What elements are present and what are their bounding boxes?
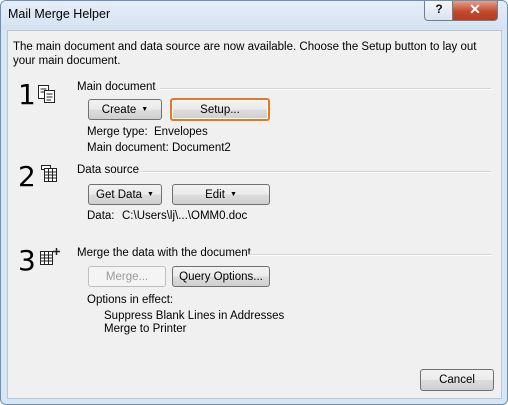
- divider: [248, 254, 491, 256]
- option-item: Suppress Blank Lines in Addresses: [104, 310, 285, 322]
- merge-button[interactable]: Merge...: [88, 266, 166, 287]
- dropdown-arrow-icon: ▼: [229, 191, 237, 198]
- merge-type-label: Merge type:: [87, 126, 148, 138]
- title-bar: Mail Merge Helper ? ✕: [1, 1, 507, 29]
- get-data-button[interactable]: Get Data ▼: [88, 184, 162, 205]
- step-3-number: 3: [18, 244, 36, 277]
- close-icon: ✕: [469, 1, 481, 17]
- main-document-label: Main document:: [87, 142, 169, 154]
- mail-merge-helper-dialog: Mail Merge Helper ? ✕ The main document …: [0, 0, 508, 405]
- edit-button[interactable]: Edit ▼: [172, 184, 270, 205]
- create-button[interactable]: Create ▼: [88, 99, 162, 120]
- data-label: Data:: [87, 210, 115, 222]
- table-icon: [41, 165, 57, 182]
- data-source-path: C:\Users\lj\...\OMM0.doc: [122, 210, 248, 222]
- merge-table-icon: [40, 248, 60, 265]
- close-button[interactable]: ✕: [452, 1, 498, 21]
- dropdown-arrow-icon: ▼: [147, 191, 154, 198]
- options-in-effect-label: Options in effect:: [87, 294, 174, 306]
- divider: [140, 171, 491, 173]
- doc-icon: [38, 85, 55, 103]
- merge-type-value: Envelopes: [154, 126, 208, 138]
- query-options-button[interactable]: Query Options...: [172, 266, 270, 287]
- dropdown-arrow-icon: ▼: [141, 106, 149, 113]
- help-button[interactable]: ?: [424, 1, 454, 21]
- merge-heading: Merge the data with the document: [77, 247, 251, 259]
- data-source-heading: Data source: [77, 164, 140, 176]
- intro-text: The main document and data source are no…: [13, 41, 477, 67]
- divider: [160, 88, 491, 90]
- step-1-number: 1: [18, 78, 36, 111]
- help-icon: ?: [435, 2, 443, 16]
- main-document-heading: Main document: [77, 81, 156, 93]
- main-document-value: Document2: [172, 142, 231, 154]
- setup-button[interactable]: Setup...: [170, 98, 270, 121]
- step-2-number: 2: [18, 160, 36, 193]
- window-title: Mail Merge Helper: [8, 7, 111, 21]
- dialog-body: The main document and data source are no…: [7, 30, 502, 399]
- option-item: Merge to Printer: [104, 323, 187, 335]
- cancel-button[interactable]: Cancel: [420, 369, 494, 391]
